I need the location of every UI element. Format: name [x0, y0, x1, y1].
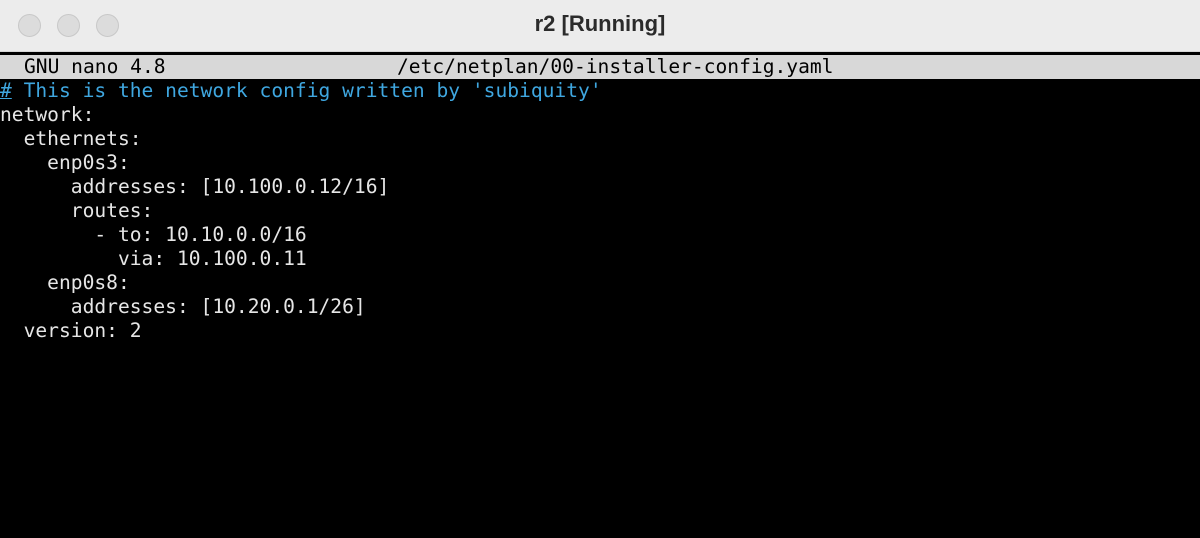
nano-version-label: GNU nano 4.8	[24, 55, 166, 78]
file-line: addresses: [10.100.0.12/16]	[0, 175, 390, 198]
file-line: - to: 10.10.0.0/16	[0, 223, 307, 246]
title-bar[interactable]: r2 [Running]	[0, 0, 1200, 52]
file-content[interactable]: # This is the network config written by …	[0, 79, 602, 343]
nano-header-bar: GNU nano 4.8 /etc/netplan/00-installer-c…	[0, 55, 1200, 79]
file-line: enp0s3:	[0, 151, 130, 174]
file-line: routes:	[0, 199, 154, 222]
file-line: ethernets:	[0, 127, 142, 150]
file-line: via: 10.100.0.11	[0, 247, 307, 270]
text-cursor: #	[0, 79, 12, 102]
file-line-text: This is the network config written by 's…	[11, 79, 602, 102]
vm-window: r2 [Running] GNU nano 4.8 /etc/netplan/0…	[0, 0, 1200, 538]
nano-filename-label: /etc/netplan/00-installer-config.yaml	[397, 55, 834, 78]
file-line: addresses: [10.20.0.1/26]	[0, 295, 366, 318]
window-title: r2 [Running]	[534, 11, 666, 36]
file-line-comment: # This is the network config written by …	[0, 79, 602, 103]
file-line: version: 2	[0, 319, 142, 342]
terminal-screen[interactable]: GNU nano 4.8 /etc/netplan/00-installer-c…	[0, 52, 1200, 538]
file-line: network:	[0, 103, 95, 126]
file-line: enp0s8:	[0, 271, 130, 294]
